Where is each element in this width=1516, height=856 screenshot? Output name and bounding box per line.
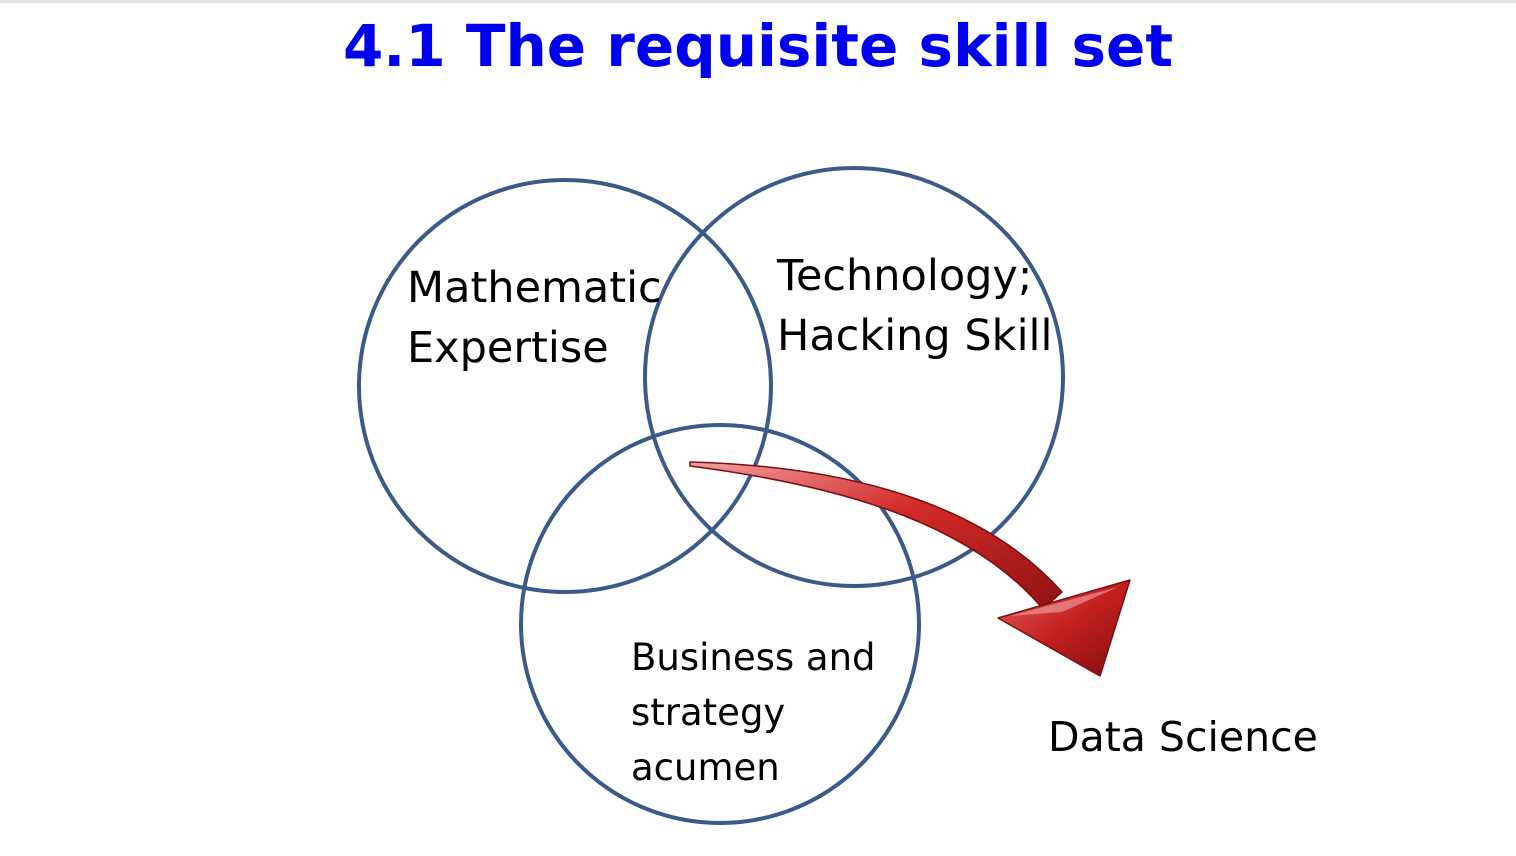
label-line: Expertise: [407, 323, 609, 373]
label-line: Technology;: [777, 251, 1033, 301]
arrow-head: [997, 579, 1131, 677]
label-business-strategy-acumen: Business and strategy acumen: [631, 630, 876, 795]
label-line: Hacking Skill: [777, 311, 1053, 361]
label-line: Business and: [631, 636, 876, 679]
circle-technology-hacking-skill: [643, 166, 1065, 588]
label-technology-hacking-skill: Technology; Hacking Skill: [777, 246, 1052, 366]
label-line: acumen: [631, 746, 780, 789]
label-mathematic-expertise: Mathematic Expertise: [407, 258, 662, 378]
label-line: Mathematic: [407, 263, 662, 313]
label-data-science: Data Science: [1048, 713, 1318, 761]
label-line: strategy: [631, 691, 786, 734]
